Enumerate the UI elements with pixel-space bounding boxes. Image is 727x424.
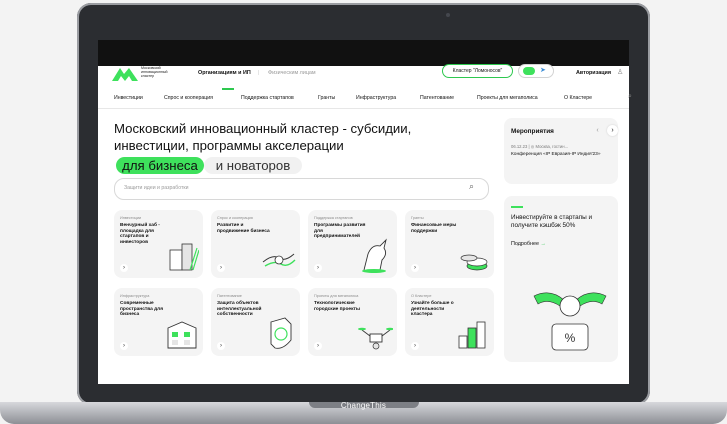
nav-active-indicator — [222, 88, 234, 90]
event-name[interactable]: Конференция «IP Евразия-IP Индия'23» — [511, 152, 603, 158]
search-icon[interactable]: ⌕ — [469, 181, 474, 192]
nav-item-megapolis[interactable]: Проекты для мегаполиса — [477, 95, 538, 101]
card-about[interactable]: О Кластере Узнайте больше о деятельности… — [405, 288, 494, 356]
events-title: Мероприятия — [511, 128, 554, 135]
card-patents[interactable]: Патентование Защита объектов интеллектуа… — [211, 288, 300, 356]
audience-individuals-link[interactable]: Физическим лицам — [268, 70, 316, 76]
card-megapolis[interactable]: Проекты для мегаполиса Технологические г… — [308, 288, 397, 356]
card-demand[interactable]: Спрос и кооперация Развитие и продвижени… — [211, 210, 300, 278]
vk-icon[interactable] — [523, 67, 535, 75]
ladder-building-icon — [169, 243, 199, 271]
shield-icon — [270, 317, 292, 349]
blocks-icon — [458, 321, 486, 349]
card-investments[interactable]: Инвестиции Венчурный хаб - площадка для … — [114, 210, 203, 278]
arrow-right-icon: → — [540, 241, 546, 247]
card-arrow-icon[interactable]: › — [217, 264, 225, 272]
events-next-icon[interactable]: › — [607, 125, 618, 136]
camera-dot — [446, 13, 450, 17]
winged-coin-icon: % — [533, 292, 607, 351]
card-title: Развитие и продвижение бизнеса — [217, 223, 270, 234]
card-arrow-icon[interactable]: › — [411, 342, 419, 350]
card-infrastructure[interactable]: Инфраструктура Современные пространства … — [114, 288, 203, 356]
coins-icon — [460, 254, 488, 271]
nav-search-icon[interactable]: ⌕ — [628, 93, 632, 101]
telegram-icon[interactable]: ➤ — [540, 66, 546, 74]
social-links[interactable]: ➤ — [518, 64, 554, 78]
promo-more-link[interactable]: Подробнее → — [511, 241, 546, 247]
promo-text: Инвестируйте в стартапы и получите кэшбэ… — [511, 214, 593, 229]
cluster-lomonosov-button[interactable]: Кластер "Ломоносов" — [442, 64, 513, 78]
logo-text: Московский инновационный кластер — [141, 66, 168, 79]
cluster-logo-icon[interactable] — [112, 66, 138, 82]
header-separator: | — [258, 70, 260, 76]
event-meta: 06.12.23 | ◎ Москва, гостин... — [511, 144, 569, 149]
card-category: Гранты — [411, 216, 424, 220]
card-category: Поддержка стартапов — [314, 216, 353, 220]
card-arrow-icon[interactable]: › — [314, 342, 322, 350]
card-category: Инфраструктура — [120, 294, 150, 298]
card-category: О Кластере — [411, 294, 432, 298]
building-icon — [167, 321, 197, 349]
nav-item-about[interactable]: О Кластере — [564, 95, 592, 101]
hero-badge-business: для бизнеса — [116, 157, 204, 174]
nav-item-grants[interactable]: Гранты — [318, 95, 335, 101]
card-arrow-icon[interactable]: › — [120, 264, 128, 272]
hero-title: Московский инновационный кластер - субси… — [114, 121, 412, 153]
user-icon[interactable]: ♙ — [617, 68, 623, 76]
card-arrow-icon[interactable]: › — [314, 264, 322, 272]
screen-bezel-bottom — [98, 384, 629, 402]
card-title: Технологические городские проекты — [314, 301, 360, 312]
nav-item-investments[interactable]: Инвестиции — [114, 95, 143, 101]
hero-badge-innovators: и новаторов — [204, 157, 302, 174]
promo-accent-line — [511, 206, 523, 208]
card-arrow-icon[interactable]: › — [120, 342, 128, 350]
card-title: Финансовые меры поддержки — [411, 223, 457, 234]
audience-organizations-link[interactable]: Организациям и ИП — [198, 70, 251, 76]
events-prev-icon[interactable]: ‹ — [592, 125, 603, 136]
unicorn-icon — [362, 238, 387, 273]
nav-item-infrastructure[interactable]: Инфраструктура — [356, 95, 396, 101]
handshake-icon — [262, 253, 296, 267]
svg-text:%: % — [565, 331, 576, 345]
card-grants[interactable]: Гранты Финансовые меры поддержки › — [405, 210, 494, 278]
card-category: Инвестиции — [120, 216, 142, 220]
card-category: Спрос и кооперация — [217, 216, 253, 220]
card-category: Проекты для мегаполиса — [314, 294, 359, 298]
promo-more-label: Подробнее — [511, 241, 539, 247]
nav-item-patents[interactable]: Патентование — [420, 95, 454, 101]
device-caption: ChangeThis — [340, 401, 387, 410]
auth-link[interactable]: Авторизация — [576, 70, 611, 76]
card-category: Патентование — [217, 294, 242, 298]
nav-item-demand[interactable]: Спрос и кооперация — [164, 95, 213, 101]
browser-topbar — [98, 40, 629, 66]
drone-icon — [358, 327, 393, 350]
card-arrow-icon[interactable]: › — [411, 264, 419, 272]
card-startups[interactable]: Поддержка стартапов Программы развития д… — [308, 210, 397, 278]
nav-item-startups[interactable]: Поддержка стартапов — [241, 95, 294, 101]
search-placeholder: Защити идеи и разработки — [124, 185, 189, 191]
card-arrow-icon[interactable]: › — [217, 342, 225, 350]
